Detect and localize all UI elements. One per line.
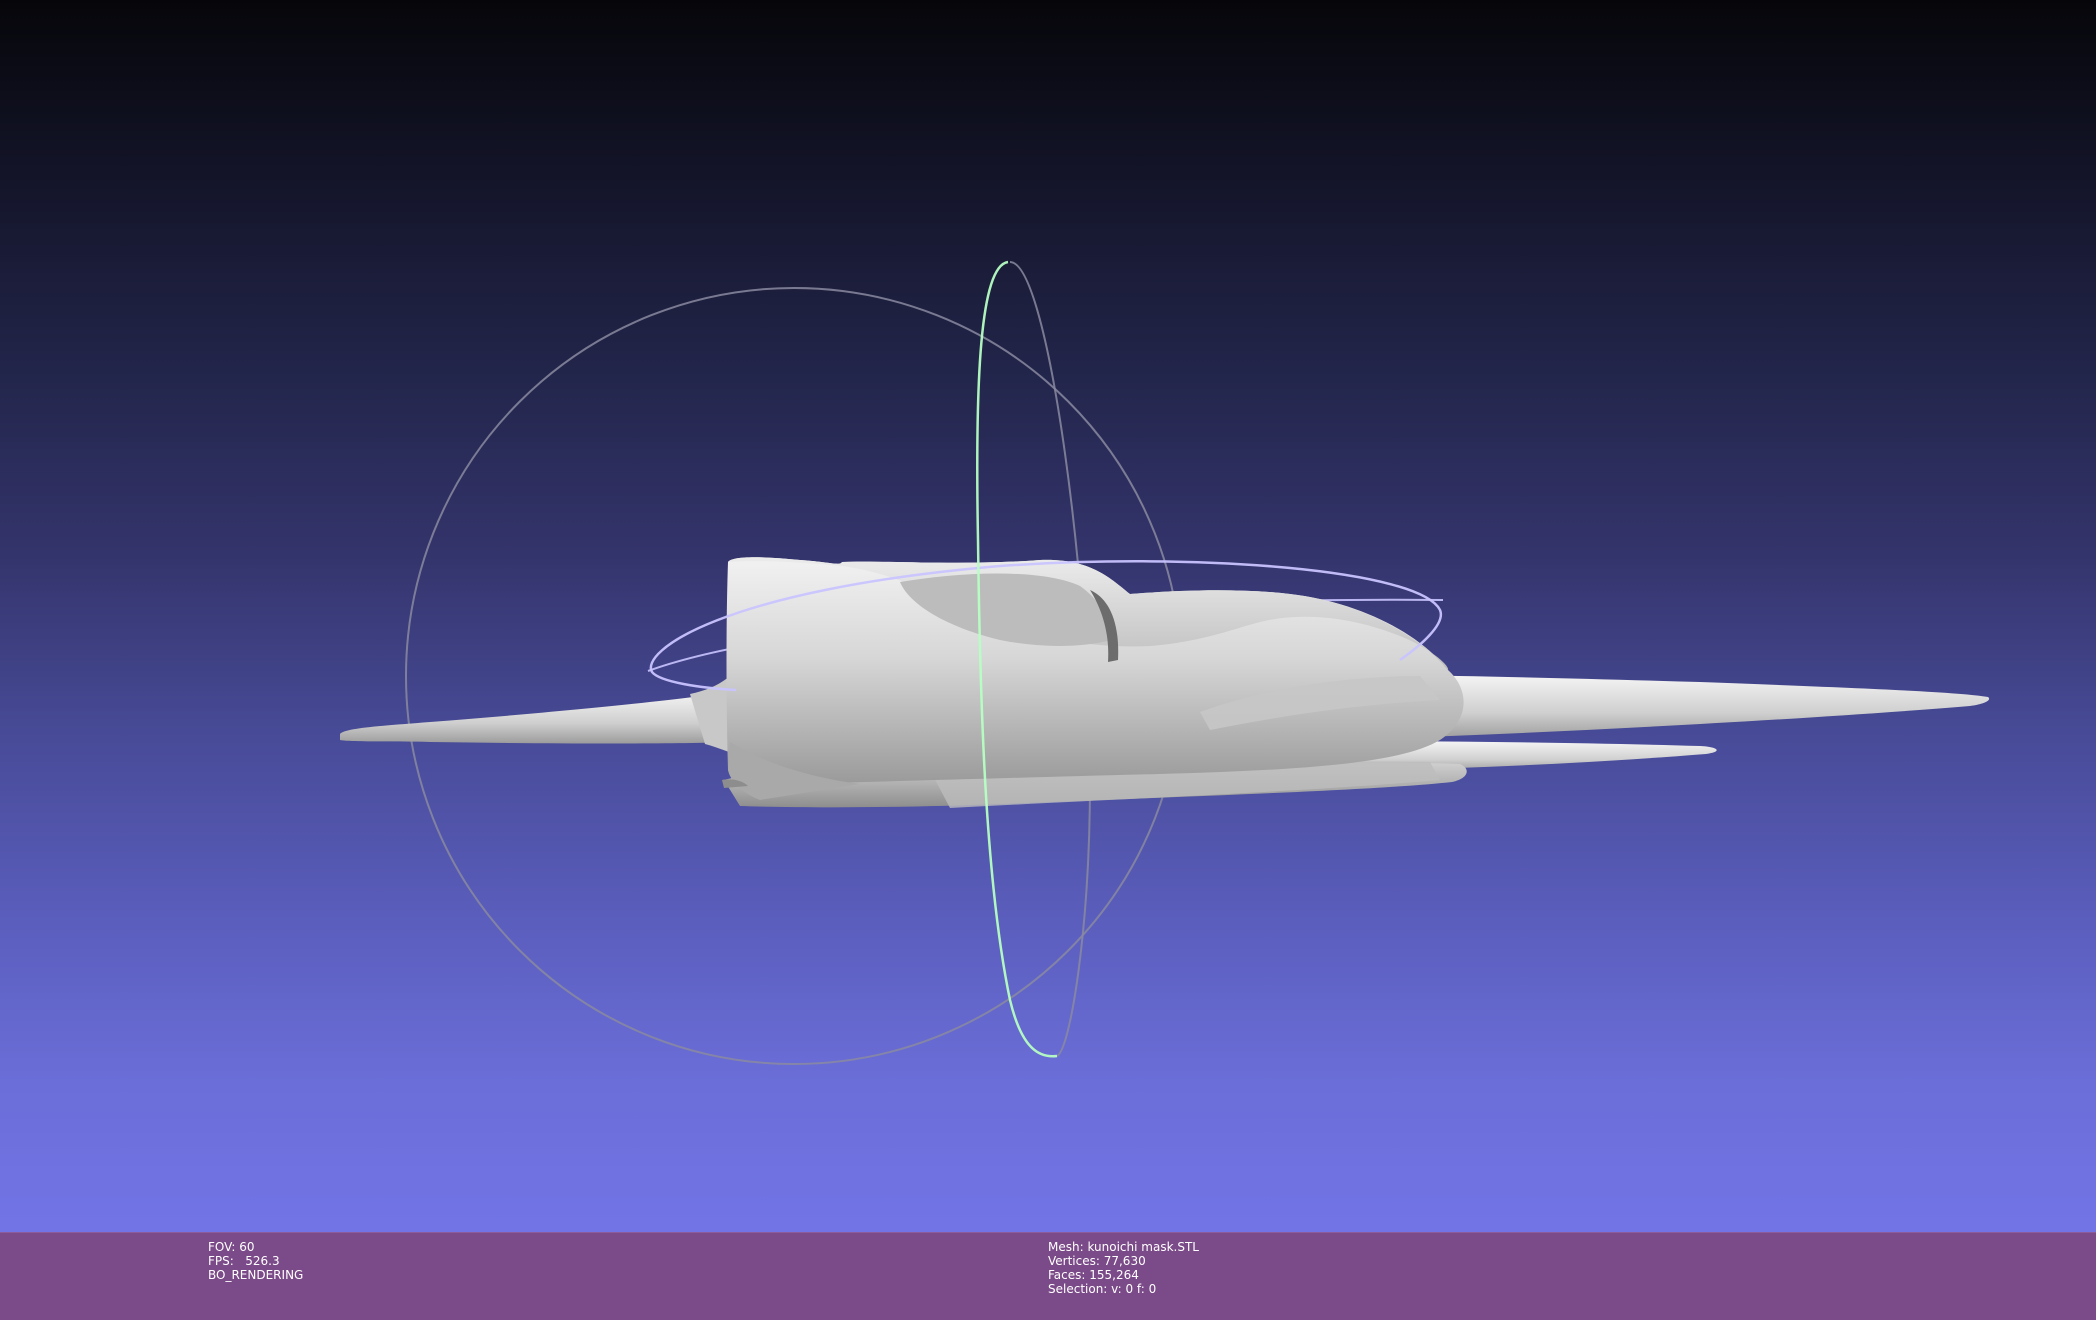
mesh-info-panel: Mesh: kunoichi mask.STL Vertices: 77,630…: [1048, 1240, 1199, 1296]
3d-viewport[interactable]: [0, 0, 2096, 1232]
fps-readout: FPS: 526.3: [208, 1254, 280, 1268]
render-mode-readout: BO_RENDERING: [208, 1268, 304, 1282]
selection-readout: Selection: v: 0 f: 0: [1048, 1282, 1157, 1296]
scene-canvas[interactable]: [0, 0, 2096, 1232]
mesh-name-readout: Mesh: kunoichi mask.STL: [1048, 1240, 1199, 1254]
render-info-panel: FOV: 60 FPS: 526.3 BO_RENDERING: [208, 1240, 303, 1282]
vertices-readout: Vertices: 77,630: [1048, 1254, 1146, 1268]
left-spike: [340, 692, 735, 744]
faces-readout: Faces: 155,264: [1048, 1268, 1139, 1282]
fov-readout: FOV: 60: [208, 1240, 255, 1254]
